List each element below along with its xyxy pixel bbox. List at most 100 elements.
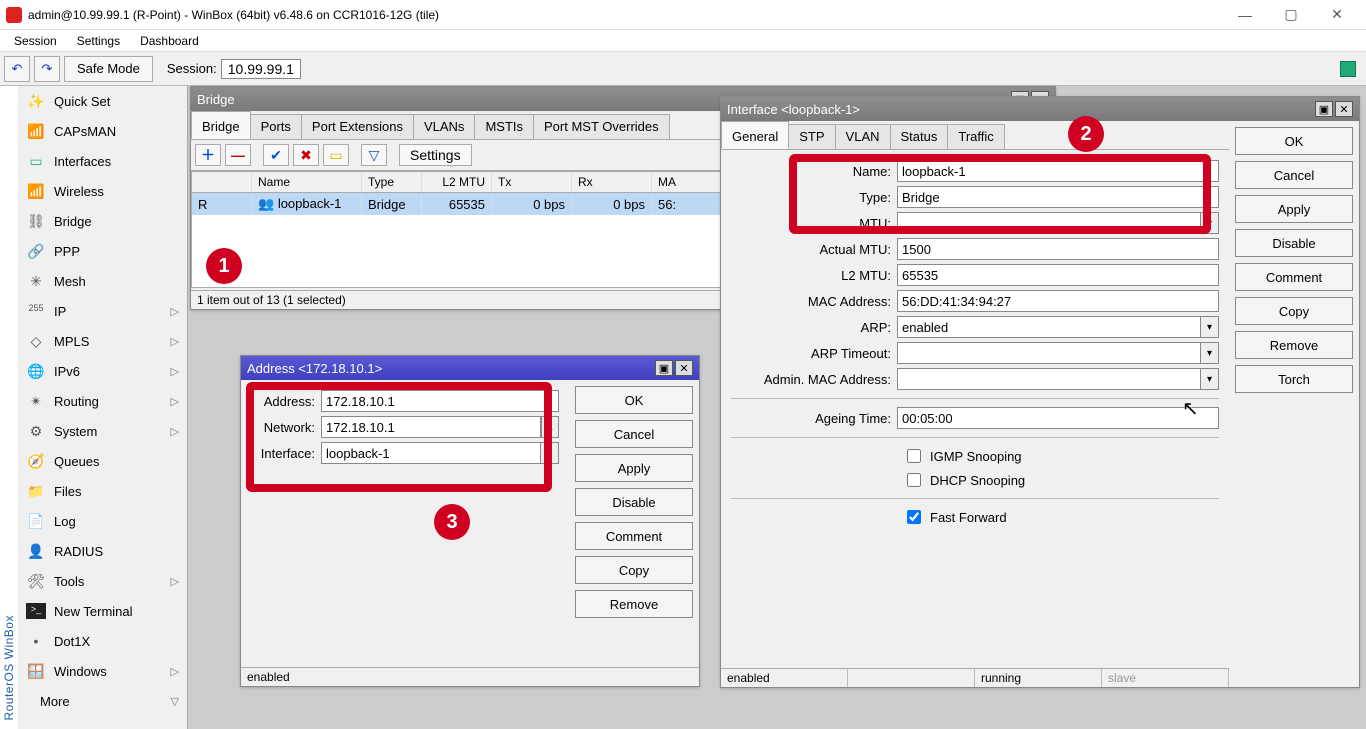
address-copy-button[interactable]: Copy (575, 556, 693, 584)
iface-mtu-input[interactable] (897, 212, 1201, 234)
tab-port-mst[interactable]: Port MST Overrides (533, 114, 670, 139)
nav-interfaces[interactable]: ▭Interfaces (18, 146, 187, 176)
adminmac-dropdown-button[interactable]: ▾ (1201, 368, 1219, 390)
address-remove-button[interactable]: Remove (575, 590, 693, 618)
tab-traffic[interactable]: Traffic (947, 124, 1004, 149)
nav-mpls[interactable]: ◇MPLS▷ (18, 326, 187, 356)
nav-more[interactable]: More▽ (18, 686, 187, 716)
settings-button[interactable]: Settings (399, 144, 472, 166)
arp-input[interactable] (897, 316, 1201, 338)
nav-ipv6[interactable]: 🌐IPv6▷ (18, 356, 187, 386)
nav-bridge[interactable]: ⛓Bridge (18, 206, 187, 236)
row-l2mtu: 65535 (422, 194, 492, 215)
col-l2mtu[interactable]: L2 MTU (422, 172, 492, 192)
dot1x-icon: • (26, 633, 46, 649)
nav-capsman[interactable]: 📶CAPsMAN (18, 116, 187, 146)
close-button[interactable]: ✕ (1314, 0, 1360, 30)
nav-windows[interactable]: 🪟Windows▷ (18, 656, 187, 686)
iface-disable-button[interactable]: Disable (1235, 229, 1353, 257)
tab-bridge[interactable]: Bridge (191, 111, 251, 139)
arp-dropdown-button[interactable]: ▾ (1201, 316, 1219, 338)
menu-session[interactable]: Session (4, 32, 67, 50)
redo-button[interactable]: ↷ (34, 56, 60, 82)
interface-restore-button[interactable]: ▣ (1315, 101, 1333, 117)
address-apply-button[interactable]: Apply (575, 454, 693, 482)
wireless-icon: 📶 (26, 183, 46, 199)
address-form: Address: Network: ▴ Interface: ▾ (241, 380, 569, 667)
address-comment-button[interactable]: Comment (575, 522, 693, 550)
nav-radius[interactable]: 👤RADIUS (18, 536, 187, 566)
interface-dropdown-button[interactable]: ▾ (541, 442, 559, 464)
remove-button[interactable]: — (225, 144, 251, 166)
tab-mstis[interactable]: MSTIs (474, 114, 534, 139)
nav-mesh[interactable]: ✳Mesh (18, 266, 187, 296)
nav-quickset[interactable]: ✨Quick Set (18, 86, 187, 116)
tab-port-ext[interactable]: Port Extensions (301, 114, 414, 139)
adminmac-input[interactable] (897, 368, 1201, 390)
tab-stp[interactable]: STP (788, 124, 835, 149)
nav-queues[interactable]: 🧭Queues (18, 446, 187, 476)
col-name[interactable]: Name (252, 172, 362, 192)
undo-button[interactable]: ↶ (4, 56, 30, 82)
tab-ports[interactable]: Ports (250, 114, 302, 139)
nav-ppp[interactable]: 🔗PPP (18, 236, 187, 266)
address-cancel-button[interactable]: Cancel (575, 420, 693, 448)
tab-general[interactable]: General (721, 121, 789, 149)
nav-routing[interactable]: ✴Routing▷ (18, 386, 187, 416)
nav-wireless[interactable]: 📶Wireless (18, 176, 187, 206)
iface-comment-button[interactable]: Comment (1235, 263, 1353, 291)
mtu-dropdown-button[interactable]: ▾ (1201, 212, 1219, 234)
interface-input[interactable] (321, 442, 541, 464)
nav-ip[interactable]: 255IP▷ (18, 296, 187, 326)
interface-window-titlebar[interactable]: Interface <loopback-1> ▣ ✕ (721, 97, 1359, 121)
iface-ok-button[interactable]: OK (1235, 127, 1353, 155)
iface-cancel-button[interactable]: Cancel (1235, 161, 1353, 189)
enable-button[interactable]: ✔ (263, 144, 289, 166)
brand-text: RouterOS WinBox (2, 615, 16, 721)
interface-close-button[interactable]: ✕ (1335, 101, 1353, 117)
nav-terminal[interactable]: >_New Terminal (18, 596, 187, 626)
nav-tools[interactable]: 🛠Tools▷ (18, 566, 187, 596)
fastforward-checkbox[interactable] (907, 510, 921, 524)
minimize-button[interactable]: — (1222, 0, 1268, 30)
menu-settings[interactable]: Settings (67, 32, 130, 50)
tab-vlan[interactable]: VLAN (835, 124, 891, 149)
address-disable-button[interactable]: Disable (575, 488, 693, 516)
ageing-input[interactable] (897, 407, 1219, 429)
address-input[interactable] (321, 390, 559, 412)
col-type[interactable]: Type (362, 172, 422, 192)
address-window-titlebar[interactable]: Address <172.18.10.1> ▣ ✕ (241, 356, 699, 380)
address-restore-button[interactable]: ▣ (655, 360, 673, 376)
nav-dot1x[interactable]: •Dot1X (18, 626, 187, 656)
tab-vlans[interactable]: VLANs (413, 114, 475, 139)
safemode-button[interactable]: Safe Mode (64, 56, 153, 82)
disable-button[interactable]: ✖ (293, 144, 319, 166)
igmp-checkbox[interactable] (907, 449, 921, 463)
add-button[interactable]: ＋ (195, 144, 221, 166)
chevron-down-icon: ▽ (171, 695, 179, 708)
iface-copy-button[interactable]: Copy (1235, 297, 1353, 325)
address-ok-button[interactable]: OK (575, 386, 693, 414)
arpto-dropdown-button[interactable]: ▾ (1201, 342, 1219, 364)
network-up-button[interactable]: ▴ (541, 416, 559, 438)
col-tx[interactable]: Tx (492, 172, 572, 192)
address-close-button[interactable]: ✕ (675, 360, 693, 376)
address-status: enabled (241, 667, 699, 686)
nav-log[interactable]: 📄Log (18, 506, 187, 536)
filter-button[interactable]: ▽ (361, 144, 387, 166)
nav-system[interactable]: ⚙System▷ (18, 416, 187, 446)
address-window-title: Address <172.18.10.1> (247, 361, 382, 376)
tab-status[interactable]: Status (890, 124, 949, 149)
iface-apply-button[interactable]: Apply (1235, 195, 1353, 223)
arpto-input[interactable] (897, 342, 1201, 364)
col-rx[interactable]: Rx (572, 172, 652, 192)
dhcp-checkbox[interactable] (907, 473, 921, 487)
nav-files[interactable]: 📁Files (18, 476, 187, 506)
maximize-button[interactable]: ▢ (1268, 0, 1314, 30)
iface-remove-button[interactable]: Remove (1235, 331, 1353, 359)
iface-name-input[interactable] (897, 160, 1219, 182)
comment-button[interactable]: ▭ (323, 144, 349, 166)
network-input[interactable] (321, 416, 541, 438)
menu-dashboard[interactable]: Dashboard (130, 32, 209, 50)
iface-torch-button[interactable]: Torch (1235, 365, 1353, 393)
